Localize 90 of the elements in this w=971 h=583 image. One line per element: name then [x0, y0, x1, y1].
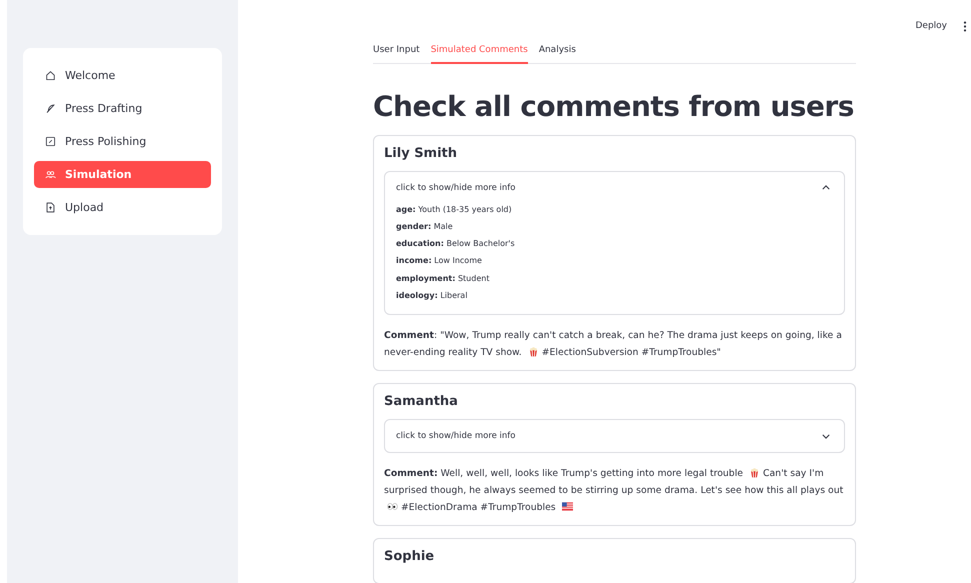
comment-word: legal	[684, 468, 707, 480]
comment-word: reality	[448, 347, 478, 358]
feather-icon	[45, 103, 56, 114]
comment-word: drama.	[664, 485, 698, 496]
nav-item[interactable]: Welcome	[34, 62, 211, 89]
nav-item[interactable]: Press Polishing	[34, 128, 211, 155]
comment-word: #TrumpTroubles	[480, 502, 556, 514]
comment-word: well,	[490, 468, 512, 480]
comment-word: Trump's	[561, 468, 598, 480]
comment-word: more	[657, 468, 682, 480]
more-options-icon[interactable]	[963, 20, 967, 32]
expander-header[interactable]: click to show/hide more info	[385, 420, 844, 452]
detail-line: ideology: Liberal	[396, 290, 468, 302]
comment-word: can	[628, 330, 645, 342]
detail-line: education: Below Bachelor's	[396, 238, 516, 250]
comment-word: this	[766, 485, 784, 496]
chevron-up-icon	[822, 185, 830, 190]
comment-word: how	[744, 485, 764, 496]
comment-word: surprised	[384, 485, 428, 496]
popcorn-icon	[528, 346, 539, 358]
comment-word: like	[817, 330, 834, 342]
nav-item[interactable]: Upload	[34, 194, 211, 221]
comment-word: drama	[688, 330, 718, 342]
people-icon	[45, 169, 56, 180]
comment-word: Can't	[762, 468, 788, 480]
pencil-square-icon	[45, 136, 56, 147]
detail-line: gender: Male	[396, 220, 454, 232]
comment-word: show.	[496, 347, 522, 358]
flag-icon	[562, 501, 573, 512]
comment-word: he	[469, 485, 481, 496]
detail-line: age: Youth (18-35 years old)	[396, 204, 513, 215]
comment-word: looks	[514, 468, 540, 480]
comment-word: seemed	[518, 485, 556, 496]
comment-word: all	[786, 485, 798, 496]
chevron-down-icon	[822, 434, 830, 439]
comment-word: getting	[600, 468, 634, 480]
comment-word: say	[790, 468, 806, 480]
comment-word: he?	[648, 330, 664, 342]
comment-word: break,	[596, 330, 626, 342]
comment-word: catch	[558, 330, 584, 342]
detail-line: income: Low Income	[396, 255, 483, 267]
comment-word: #TrumpTroubles"	[641, 347, 721, 358]
comment-word: TV	[480, 347, 493, 358]
comment-word: be	[570, 485, 583, 496]
comment-word: Comment:	[384, 468, 438, 480]
comment-word: The	[667, 330, 685, 342]
deploy-button[interactable]: Deploy	[911, 17, 951, 35]
comment-word: going,	[785, 330, 814, 342]
comment-word: stirring	[586, 485, 618, 496]
comment-word: #ElectionSubversion	[542, 347, 638, 358]
comment-word: really	[504, 330, 530, 342]
comment-word: plays	[800, 485, 826, 496]
tab[interactable]: Analysis	[538, 40, 576, 64]
comment-word: though,	[430, 485, 466, 496]
comment-word: on	[770, 330, 782, 342]
comment-word: Comment:	[384, 330, 438, 342]
comment-word: #ElectionDrama	[401, 502, 478, 514]
comment-word: see	[725, 485, 742, 496]
detail-line: employment: Student	[396, 272, 490, 284]
comment-word: trouble	[710, 468, 744, 480]
user-name: Sophie	[384, 549, 436, 564]
comment-word: just	[720, 330, 738, 342]
comment-word: Well,	[440, 468, 464, 480]
comment-word: Let's	[700, 485, 722, 496]
comment-word: I'm	[809, 468, 824, 480]
comment-word: can't	[532, 330, 556, 342]
comment-word: into	[636, 468, 654, 480]
expander-header[interactable]: click to show/hide more info	[385, 172, 844, 204]
house-icon	[45, 70, 56, 81]
comment-word: Trump	[472, 330, 502, 342]
nav-item[interactable]: Press Drafting	[34, 95, 211, 122]
comment-word: up	[621, 485, 634, 496]
comment-word: never-ending	[384, 347, 446, 358]
comment-word: a	[587, 330, 593, 342]
comment-word: a	[836, 330, 842, 342]
comment-word: always	[484, 485, 516, 496]
comment-word: out	[828, 485, 844, 496]
comment-word: keeps	[740, 330, 768, 342]
eyes-icon	[387, 501, 398, 512]
comment-word: like	[542, 468, 558, 480]
user-name: Lily Smith	[384, 146, 458, 160]
comment-word: some	[636, 485, 662, 496]
comment-word: well,	[466, 468, 488, 480]
tab[interactable]: User Input	[373, 40, 420, 64]
page-title: Check all comments from users	[373, 90, 855, 122]
comment-word: "Wow,	[440, 330, 470, 342]
popcorn-icon	[748, 467, 760, 478]
file-icon	[45, 202, 56, 213]
comment-word: to	[558, 485, 568, 496]
user-name: Samantha	[384, 394, 459, 410]
